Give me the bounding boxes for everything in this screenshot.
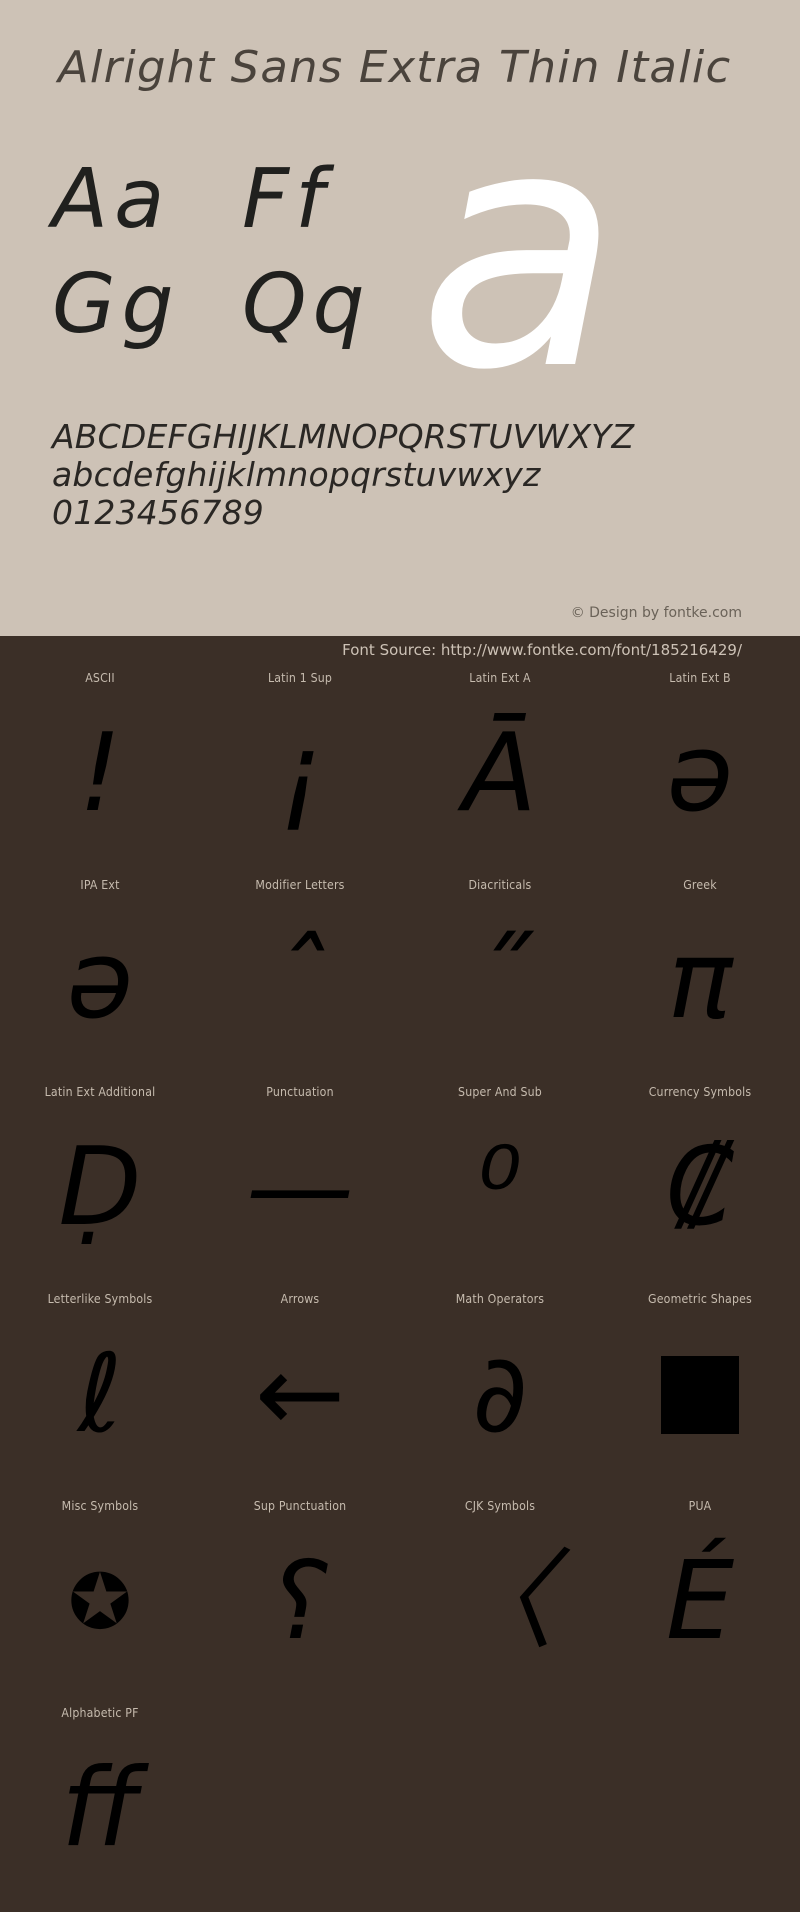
unicode-block-empty bbox=[600, 1705, 800, 1912]
unicode-block-ipa-ext[interactable]: IPA Ext ə bbox=[0, 877, 200, 1084]
letter-pair-Qq: Qq bbox=[242, 257, 371, 352]
alphabet-digits: 0123456789 bbox=[52, 493, 264, 532]
unicode-block-math-operators[interactable]: Math Operators ∂ bbox=[400, 1291, 600, 1498]
unicode-block-latin-1-sup[interactable]: Latin 1 Sup ¡ bbox=[200, 670, 400, 877]
unicode-block-row: Letterlike Symbols ℓ Arrows ← Math Operators… bbox=[0, 1291, 800, 1498]
unicode-block-label: Latin Ext A bbox=[469, 670, 531, 685]
showcase-glyph: a bbox=[418, 58, 621, 442]
unicode-block-super-and-sub[interactable]: Super And Sub ⁰ bbox=[400, 1084, 600, 1291]
letter-pair-Gg: Gg bbox=[52, 257, 180, 352]
unicode-block-label: Arrows bbox=[280, 1291, 320, 1306]
unicode-block-glyph: ˝ bbox=[473, 918, 527, 1043]
unicode-block-letterlike-symbols[interactable]: Letterlike Symbols ℓ bbox=[0, 1291, 200, 1498]
letter-pair-Ff: Ff bbox=[242, 152, 331, 247]
unicode-block-currency-symbols[interactable]: Currency Symbols ₡ bbox=[600, 1084, 800, 1291]
unicode-block-glyph: π bbox=[667, 918, 733, 1043]
page-title: Alright Sans Extra Thin Italic bbox=[58, 42, 732, 93]
unicode-block-label: Super And Sub bbox=[458, 1084, 542, 1099]
unicode-block-row: ASCII! Latin 1 Sup ¡ Latin Ext A Ā Latin Ext … bbox=[0, 670, 800, 877]
unicode-block-label: IPA Ext bbox=[80, 877, 120, 892]
unicode-block-pua[interactable]: PUA É bbox=[600, 1498, 800, 1705]
unicode-block-label: Geometric Shapes bbox=[648, 1291, 752, 1306]
unicode-block-geometric-shapes[interactable]: Geometric Shapes bbox=[600, 1291, 800, 1498]
unicode-block-label: CJK Symbols bbox=[464, 1498, 536, 1513]
unicode-block-glyph: ¡ bbox=[278, 711, 322, 836]
unicode-block-label: Modifier Letters bbox=[255, 877, 345, 892]
unicode-block-row: Latin Ext Additional Ḍ Punctuation — Super A… bbox=[0, 1084, 800, 1291]
unicode-block-label: PUA bbox=[688, 1498, 712, 1513]
unicode-block-glyph bbox=[600, 1305, 800, 1485]
unicode-block-glyph: ﬀ bbox=[61, 1746, 139, 1871]
unicode-block-label: Punctuation bbox=[266, 1084, 334, 1099]
unicode-block-glyph: ˆ bbox=[273, 918, 327, 1043]
unicode-block-glyph: ⸮ bbox=[271, 1539, 329, 1664]
unicode-block-latin-ext-a[interactable]: Latin Ext A Ā bbox=[400, 670, 600, 877]
unicode-block-glyph: ∂ bbox=[472, 1332, 528, 1457]
unicode-block-glyph: ə bbox=[66, 918, 134, 1043]
unicode-block-latin-ext-b[interactable]: Latin Ext B ə bbox=[600, 670, 800, 877]
unicode-block-misc-symbols[interactable]: Misc Symbols ✪ bbox=[0, 1498, 200, 1705]
unicode-block-glyph: ə bbox=[666, 711, 734, 836]
unicode-block-label: ASCII bbox=[85, 670, 115, 685]
alphabet-uppercase: ABCDEFGHIJKLMNOPQRSTUVWXYZ bbox=[52, 417, 635, 456]
unicode-block-grid: ASCII! Latin 1 Sup ¡ Latin Ext A Ā Latin Ext … bbox=[0, 670, 800, 1912]
unicode-block-sup-punctuation[interactable]: Sup Punctuation ⸮ bbox=[200, 1498, 400, 1705]
unicode-block-label: Math Operators bbox=[455, 1291, 545, 1306]
unicode-block-row: Misc Symbols ✪ Sup Punctuation ⸮ CJK Symbols… bbox=[0, 1498, 800, 1705]
font-source-link[interactable]: Font Source: http://www.fontke.com/font/… bbox=[342, 641, 742, 659]
unicode-block-glyph: ₡ bbox=[665, 1125, 735, 1250]
unicode-block-modifier-letters[interactable]: Modifier Letters ˆ bbox=[200, 877, 400, 1084]
unicode-block-glyph: ℓ bbox=[77, 1332, 123, 1457]
unicode-block-diacriticals[interactable]: Diacriticals ˝ bbox=[400, 877, 600, 1084]
filled-square-icon bbox=[661, 1356, 739, 1434]
unicode-block-label: Greek bbox=[683, 877, 717, 892]
unicode-block-ascii[interactable]: ASCII! bbox=[0, 670, 200, 877]
letter-pair-grid: Aa Ff Gg Qq bbox=[52, 150, 432, 360]
unicode-block-empty bbox=[200, 1705, 400, 1912]
unicode-block-greek[interactable]: Greek π bbox=[600, 877, 800, 1084]
unicode-block-row: IPA Ext ə Modifier Letters ˆ Diacriticals ˝ Gr… bbox=[0, 877, 800, 1084]
unicode-block-cjk-symbols[interactable]: CJK Symbols 〈 bbox=[400, 1498, 600, 1705]
unicode-block-glyph: 〈 bbox=[445, 1539, 554, 1664]
unicode-block-label: Diacriticals bbox=[468, 877, 532, 892]
unicode-block-glyph: ! bbox=[78, 711, 122, 836]
unicode-block-glyph: Ḍ bbox=[58, 1125, 142, 1250]
specimen-panel: Alright Sans Extra Thin Italic a Aa Ff G… bbox=[0, 0, 800, 636]
unicode-block-glyph: Ā bbox=[463, 711, 537, 836]
alphabet-lowercase: abcdefghijklmnopqrstuvwxyz bbox=[52, 455, 541, 494]
unicode-block-glyph: ← bbox=[254, 1332, 346, 1457]
unicode-block-label: Latin 1 Sup bbox=[267, 670, 333, 685]
unicode-block-label: Alphabetic PF bbox=[61, 1705, 139, 1720]
unicode-block-label: Misc Symbols bbox=[61, 1498, 139, 1513]
unicode-block-label: Letterlike Symbols bbox=[47, 1291, 153, 1306]
unicode-block-label: Latin Ext Additional bbox=[44, 1084, 156, 1099]
unicode-block-glyph: — bbox=[246, 1125, 354, 1250]
unicode-block-glyph: ✪ bbox=[68, 1557, 132, 1646]
letter-pair-row: Gg Qq bbox=[52, 255, 432, 360]
unicode-block-label: Currency Symbols bbox=[648, 1084, 752, 1099]
unicode-block-row: Alphabetic PF ﬀ bbox=[0, 1705, 800, 1912]
unicode-block-latin-ext-additional[interactable]: Latin Ext Additional Ḍ bbox=[0, 1084, 200, 1291]
design-credit: © Design by fontke.com bbox=[570, 605, 742, 621]
source-bar: Font Source: http://www.fontke.com/font/… bbox=[0, 636, 800, 670]
unicode-block-glyph: É bbox=[665, 1539, 735, 1664]
letter-pair-Aa: Aa bbox=[52, 152, 171, 247]
alphabet-block: ABCDEFGHIJKLMNOPQRSTUVWXYZ abcdefghijklm… bbox=[52, 418, 752, 532]
unicode-block-alphabetic-pf[interactable]: Alphabetic PF ﬀ bbox=[0, 1705, 200, 1912]
unicode-block-punctuation[interactable]: Punctuation — bbox=[200, 1084, 400, 1291]
unicode-block-glyph: ⁰ bbox=[478, 1125, 522, 1250]
unicode-block-label: Latin Ext B bbox=[669, 670, 731, 685]
unicode-block-empty bbox=[400, 1705, 600, 1912]
font-specimen-page: Alright Sans Extra Thin Italic a Aa Ff G… bbox=[0, 0, 800, 1863]
unicode-block-label: Sup Punctuation bbox=[253, 1498, 347, 1513]
unicode-block-arrows[interactable]: Arrows ← bbox=[200, 1291, 400, 1498]
letter-pair-row: Aa Ff bbox=[52, 150, 432, 255]
